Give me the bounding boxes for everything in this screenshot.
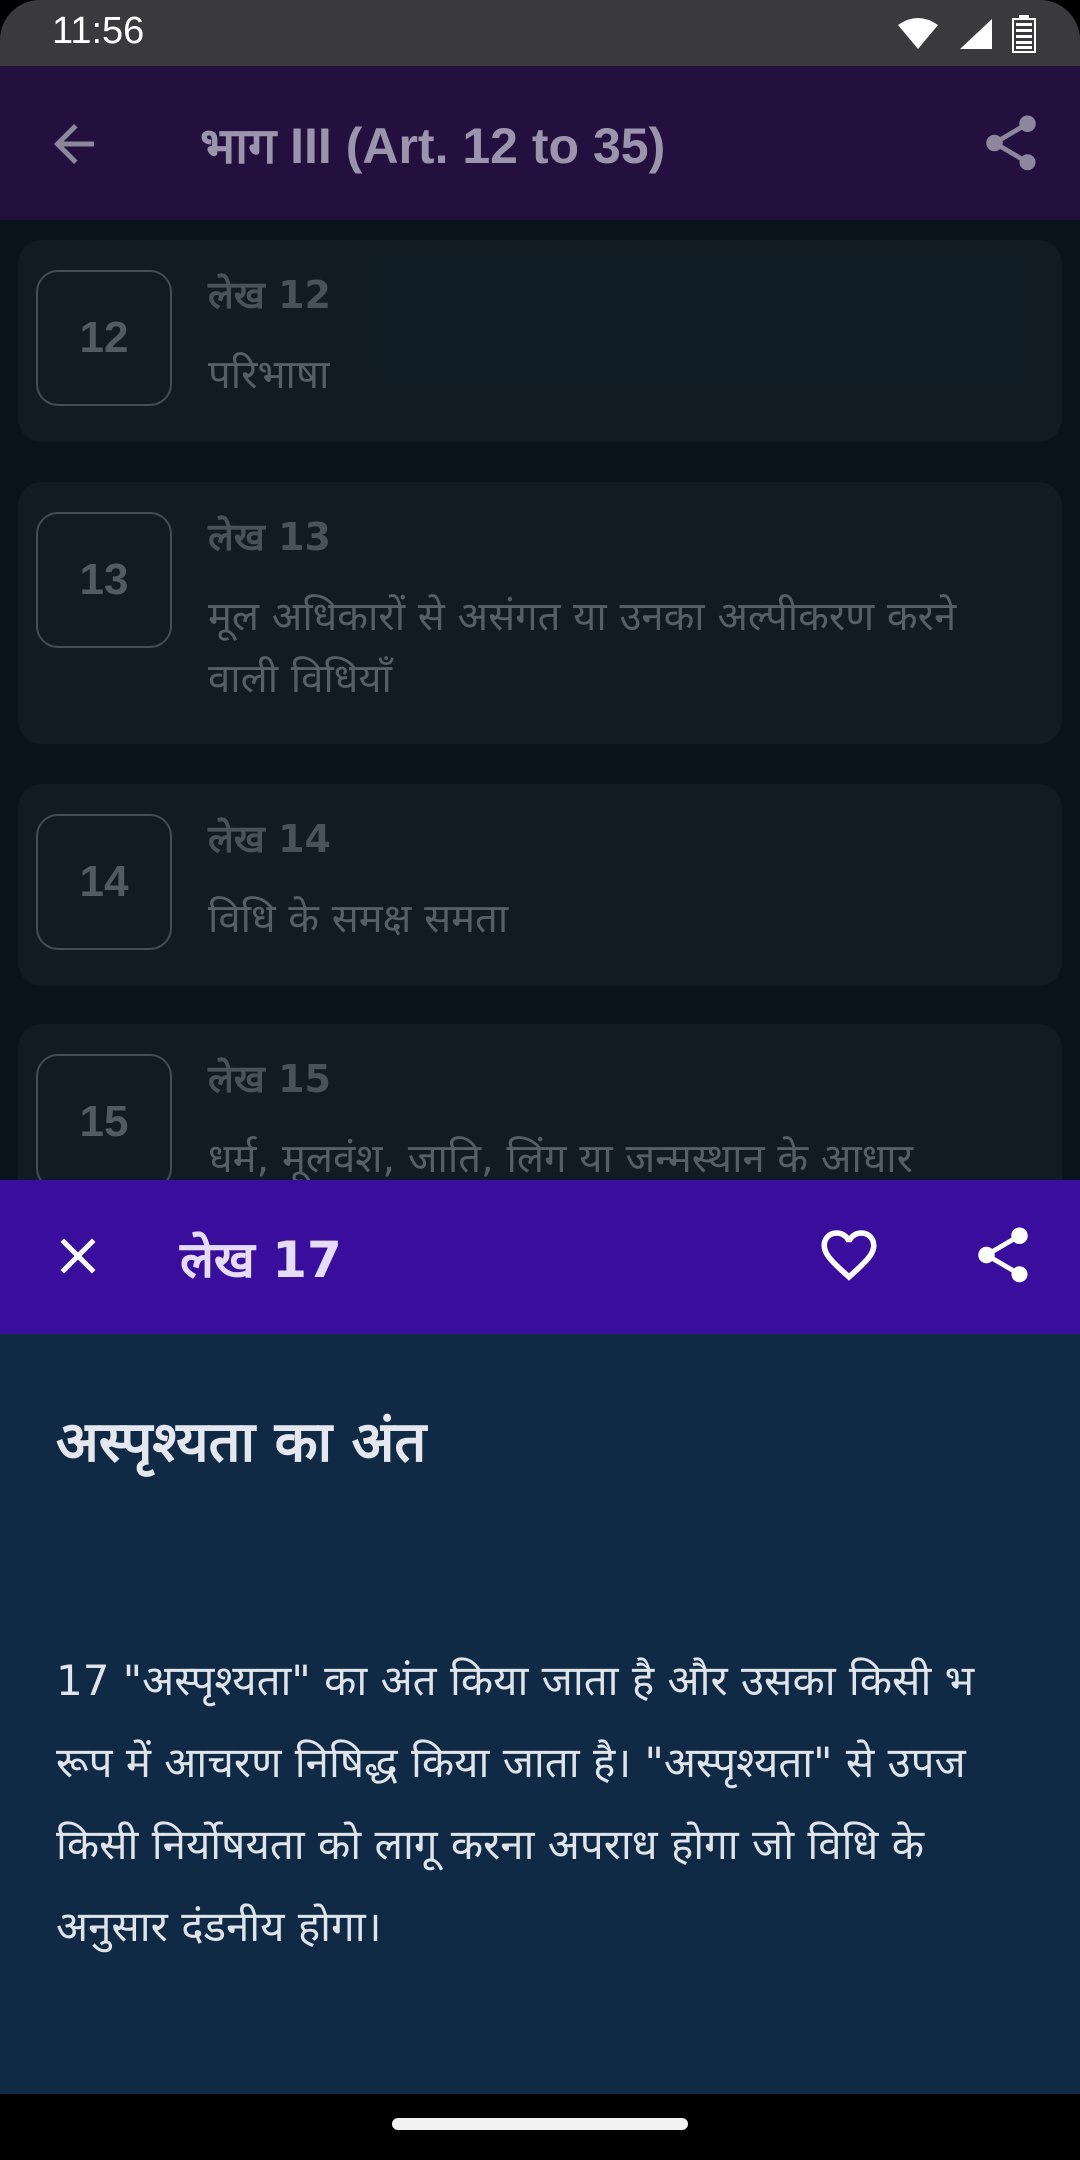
article-number-box: 14 [36, 814, 172, 950]
page-title: भाग III (Art. 12 to 35) [200, 118, 666, 174]
article-desc: परिभाषा [208, 352, 330, 398]
status-icons [896, 14, 1036, 54]
sheet-body: अस्पृश्यता का अंत 17 "अस्पृश्यता" का अंत… [0, 1334, 1080, 2094]
status-time: 11:56 [52, 10, 145, 52]
app-bar: भाग III (Art. 12 to 35) [0, 66, 1080, 220]
article-number-box: 13 [36, 512, 172, 648]
article-card-14[interactable]: 14 लेख 14 विधि के समक्ष समता [18, 784, 1062, 986]
home-gesture-handle[interactable] [392, 2118, 688, 2130]
arrow-back-icon[interactable] [44, 114, 104, 174]
heart-icon[interactable] [816, 1222, 882, 1288]
share-icon[interactable] [978, 110, 1044, 176]
article-heading: अस्पृश्यता का अंत [56, 1410, 427, 1475]
battery-icon [1012, 15, 1036, 53]
article-label: लेख 12 [208, 273, 331, 317]
share-icon[interactable] [970, 1222, 1036, 1288]
article-card-13[interactable]: 13 लेख 13 मूल अधिकारों से असंगत या उनका … [18, 482, 1062, 744]
close-icon[interactable] [48, 1226, 108, 1286]
article-desc: विधि के समक्ष समता [208, 896, 509, 942]
sheet-header: लेख 17 [0, 1180, 1080, 1334]
article-card-12[interactable]: 12 लेख 12 परिभाषा [18, 240, 1062, 442]
wifi-icon [898, 18, 938, 49]
article-content: 17 "अस्पृश्यता" का अंत किया जाता है और उ… [56, 1656, 975, 1951]
status-bar: 11:56 [0, 0, 1080, 66]
article-label: लेख 15 [208, 1057, 331, 1101]
sheet-title: लेख 17 [180, 1231, 342, 1289]
signal-icon [960, 19, 992, 49]
screen: 11:56 भाग III (Art. 12 to 35) 12 लेख 12 … [0, 0, 1080, 2160]
article-number-box: 15 [36, 1054, 172, 1190]
article-label: लेख 13 [208, 515, 331, 559]
article-desc: मूल अधिकारों से असंगत या उनका अल्पीकरण क… [208, 594, 957, 702]
article-label: लेख 14 [208, 817, 331, 861]
article-number-box: 12 [36, 270, 172, 406]
